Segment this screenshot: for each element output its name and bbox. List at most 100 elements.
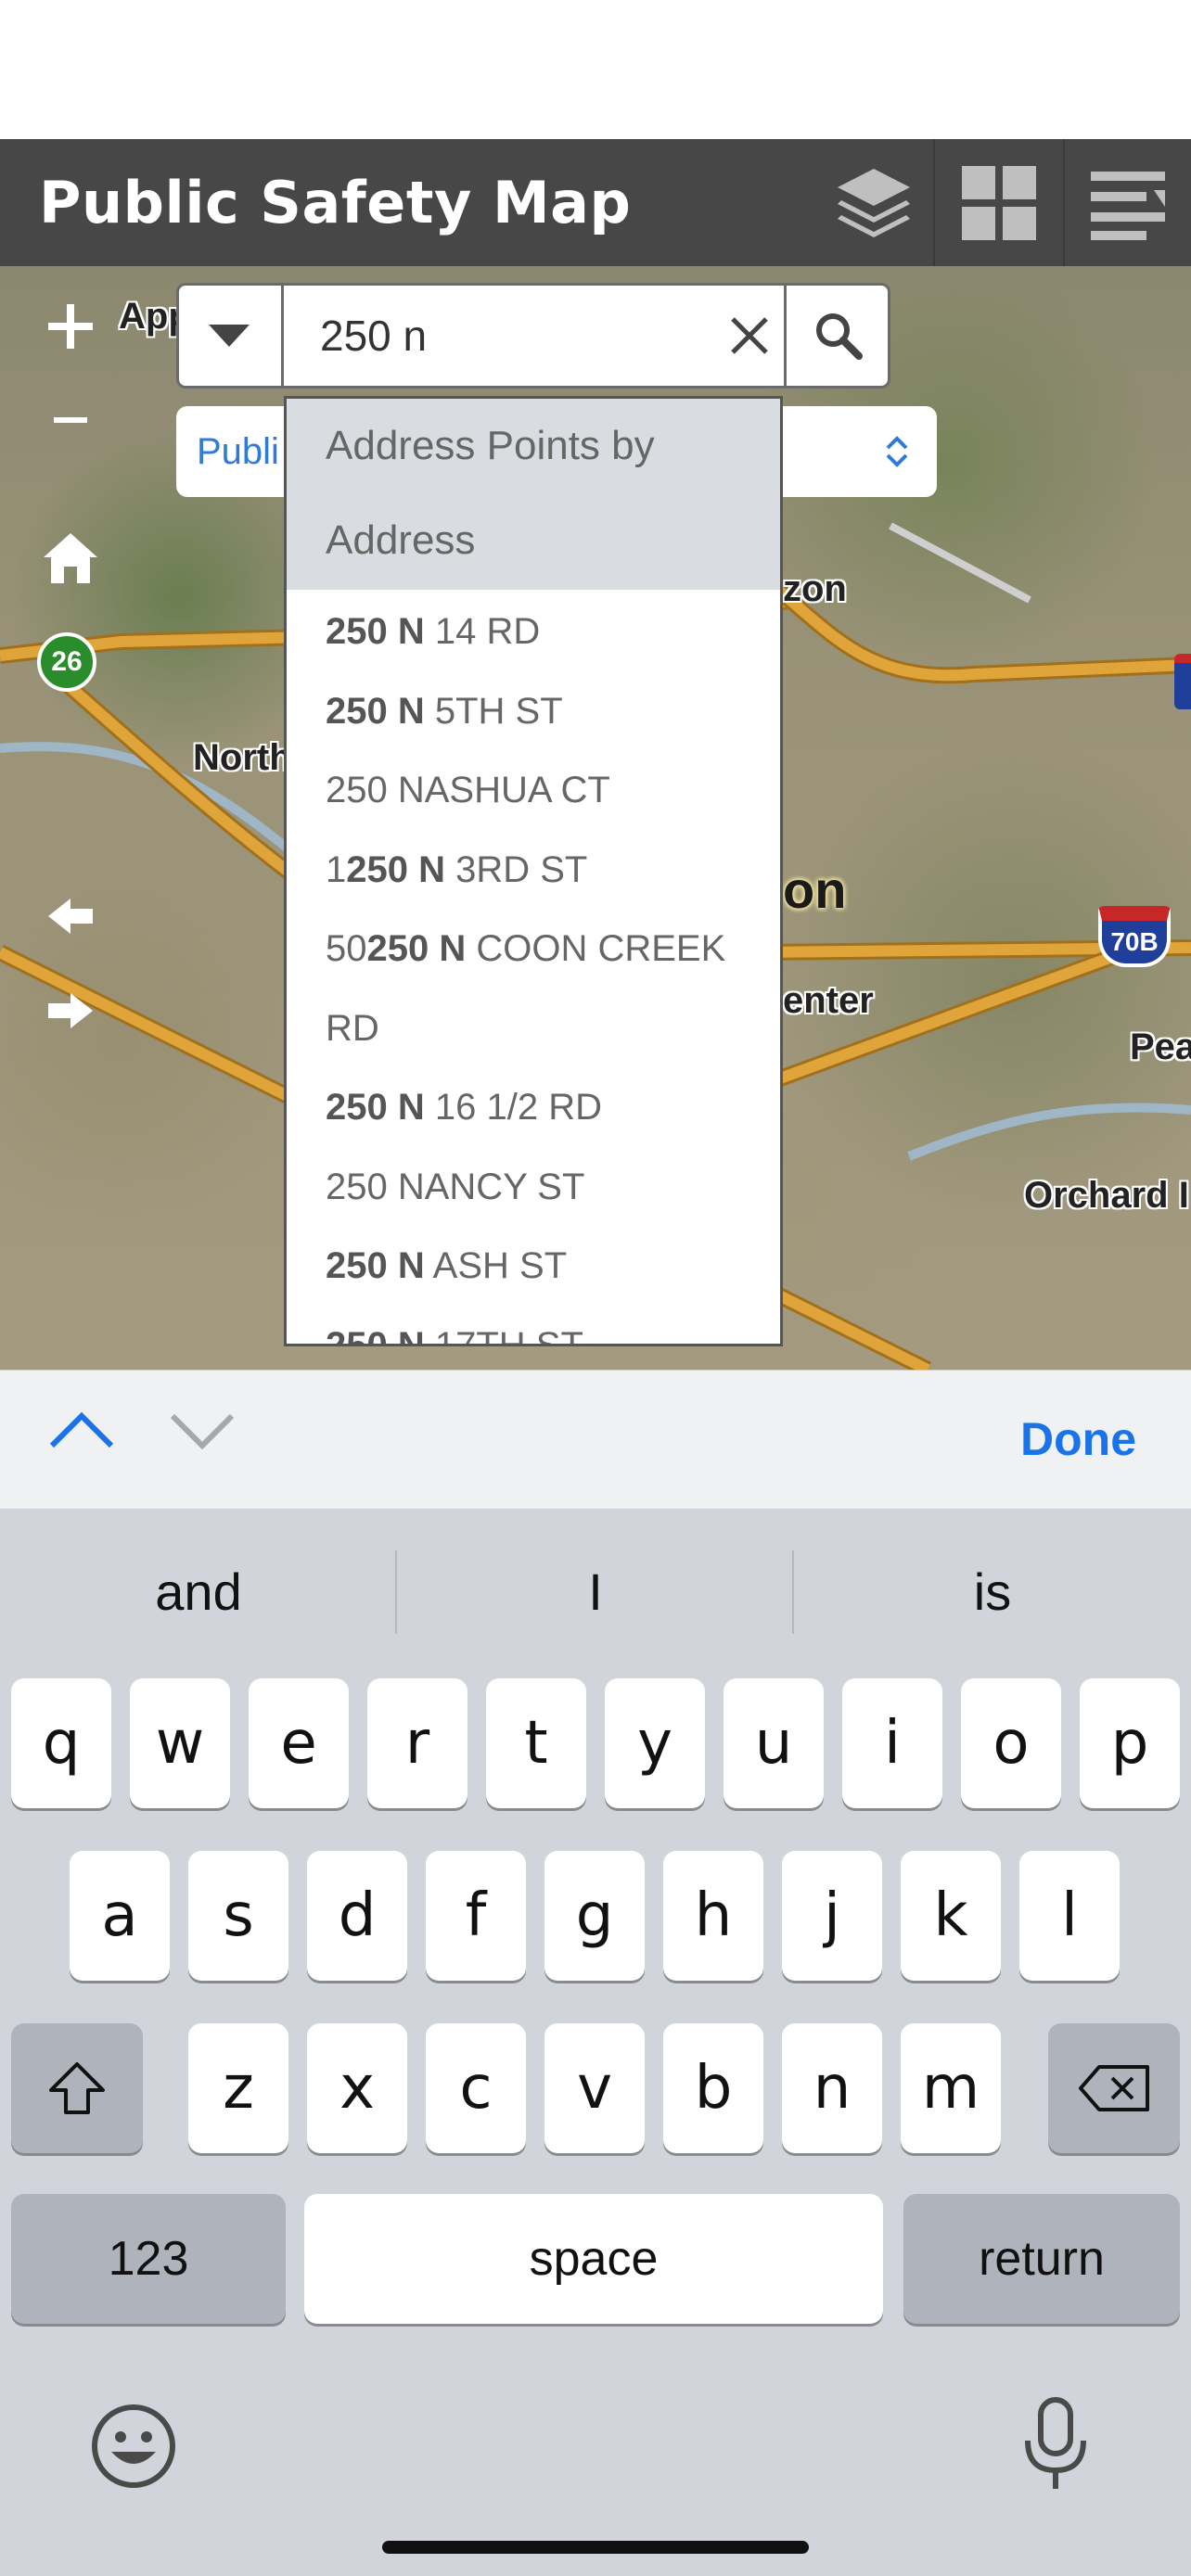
search-button[interactable] xyxy=(784,283,890,389)
suggestion-rest: 5TH ST xyxy=(424,690,563,732)
map-label-enter: enter xyxy=(783,980,874,1021)
next-extent-button[interactable] xyxy=(32,972,109,1050)
key-t[interactable]: t xyxy=(486,1678,586,1808)
suggestion-item[interactable]: 250 N 16 1/2 RD xyxy=(326,1068,762,1147)
dictation-button[interactable] xyxy=(1018,2396,1093,2497)
key-v[interactable]: v xyxy=(544,2023,645,2153)
key-l[interactable]: l xyxy=(1019,1851,1120,1981)
key-m[interactable]: m xyxy=(901,2023,1001,2153)
suggestion-match: 250 N xyxy=(326,611,425,652)
key-y[interactable]: y xyxy=(605,1678,705,1808)
key-k[interactable]: k xyxy=(901,1851,1001,1981)
chevron-up-icon xyxy=(49,1411,114,1448)
clear-search-button[interactable] xyxy=(714,283,784,389)
previous-field-button[interactable] xyxy=(46,1407,117,1458)
key-x[interactable]: x xyxy=(307,2023,407,2153)
prediction-3[interactable]: is xyxy=(794,1509,1191,1676)
suggestion-item[interactable]: RD xyxy=(326,989,762,1068)
layers-button[interactable] xyxy=(814,139,933,266)
emoji-icon xyxy=(92,2404,175,2488)
suggestion-rest: 16 1/2 RD xyxy=(424,1087,602,1128)
suggestion-item[interactable]: 250 NANCY ST xyxy=(326,1148,762,1227)
done-button[interactable]: Done xyxy=(1020,1370,1136,1509)
space-key[interactable]: space xyxy=(304,2194,883,2324)
suggestion-rest: 250 NANCY ST xyxy=(326,1166,585,1207)
return-key[interactable]: return xyxy=(903,2194,1180,2324)
plus-icon xyxy=(48,304,93,349)
suggestion-item[interactable]: 250 NASHUA CT xyxy=(326,751,762,830)
microphone-icon xyxy=(1025,2397,1086,2489)
suggestion-item[interactable]: 250 N 5TH ST xyxy=(326,672,762,751)
key-w[interactable]: w xyxy=(130,1678,230,1808)
chevron-down-icon xyxy=(170,1413,235,1450)
close-icon xyxy=(730,317,768,354)
interstate-70b-shield: 70B xyxy=(1098,906,1171,967)
key-u[interactable]: u xyxy=(724,1678,824,1808)
suggestion-item[interactable]: 50250 N COON CREEK xyxy=(326,910,762,988)
key-z[interactable]: z xyxy=(188,2023,288,2153)
numbers-key[interactable]: 123 xyxy=(11,2194,286,2324)
search-layer-select-value: Publi xyxy=(197,431,279,472)
suggestions-group-title: Address Points by Address xyxy=(326,423,655,563)
prediction-1[interactable]: and xyxy=(0,1509,397,1676)
shift-icon xyxy=(49,2062,105,2114)
key-g[interactable]: g xyxy=(544,1851,645,1981)
suggestion-match: 250 N xyxy=(346,848,445,890)
key-h[interactable]: h xyxy=(663,1851,763,1981)
delete-key[interactable] xyxy=(1048,2023,1180,2153)
home-icon xyxy=(44,533,97,583)
search-icon xyxy=(816,313,863,360)
suggestion-item[interactable]: 250 N ASH ST xyxy=(326,1227,762,1306)
zoom-in-button[interactable] xyxy=(32,287,109,365)
map-label-pea: Pea xyxy=(1130,1027,1191,1067)
search-input[interactable]: 250 n xyxy=(320,283,427,389)
key-j[interactable]: j xyxy=(782,1851,882,1981)
suggestion-rest: 14 RD xyxy=(424,611,541,652)
key-b[interactable]: b xyxy=(663,2023,763,2153)
suggestion-match: 250 N xyxy=(326,1324,425,1346)
search-suggestions: Address Points by Address 250 N 14 RD 250… xyxy=(284,396,783,1346)
key-e[interactable]: e xyxy=(249,1678,349,1808)
key-r[interactable]: r xyxy=(367,1678,467,1808)
map-label-on: on xyxy=(783,861,847,919)
key-c[interactable]: c xyxy=(426,2023,526,2153)
grid-icon xyxy=(962,165,1036,240)
route-26-shield: 26 xyxy=(37,632,96,692)
suggestion-item[interactable]: 1250 N 3RD ST xyxy=(326,831,762,910)
key-o[interactable]: o xyxy=(961,1678,1061,1808)
key-n[interactable]: n xyxy=(782,2023,882,2153)
suggestion-prefix: 1 xyxy=(326,848,347,890)
minus-icon xyxy=(54,417,87,423)
key-f[interactable]: f xyxy=(426,1851,526,1981)
suggestion-rest: ASH ST xyxy=(424,1245,568,1286)
map-label-orchard: Orchard I xyxy=(1024,1175,1189,1216)
suggestion-prefix: 50 xyxy=(326,928,367,969)
shift-key[interactable] xyxy=(11,2023,143,2153)
prediction-2[interactable]: I xyxy=(397,1509,794,1676)
key-s[interactable]: s xyxy=(188,1851,288,1981)
suggestion-match: 250 N xyxy=(366,928,467,969)
next-field-button[interactable] xyxy=(167,1407,237,1458)
basemap-grid-button[interactable] xyxy=(935,139,1063,266)
key-a[interactable]: a xyxy=(70,1851,170,1981)
search-source-dropdown[interactable] xyxy=(176,283,284,389)
previous-extent-button[interactable] xyxy=(32,877,109,955)
key-i[interactable]: i xyxy=(842,1678,942,1808)
status-bar-area xyxy=(0,0,1191,139)
suggestion-item[interactable]: 250 N 14 RD xyxy=(326,593,762,671)
key-d[interactable]: d xyxy=(307,1851,407,1981)
emoji-button[interactable] xyxy=(89,2402,178,2495)
layers-icon xyxy=(838,168,910,237)
menu-button[interactable] xyxy=(1065,139,1191,266)
suggestion-rest: 17TH ST xyxy=(424,1324,583,1346)
backspace-icon xyxy=(1079,2065,1149,2111)
interstate-70b-label: 70B xyxy=(1110,927,1159,956)
key-q[interactable]: q xyxy=(11,1678,111,1808)
home-button[interactable] xyxy=(32,519,109,597)
suggestion-item[interactable]: 250 N 17TH ST xyxy=(326,1307,762,1346)
key-p[interactable]: p xyxy=(1080,1678,1180,1808)
suggestion-match: 250 N xyxy=(326,690,425,732)
route-26-label: 26 xyxy=(51,646,83,677)
app-title: Public Safety Map xyxy=(39,169,632,236)
zoom-out-button[interactable] xyxy=(32,382,109,460)
